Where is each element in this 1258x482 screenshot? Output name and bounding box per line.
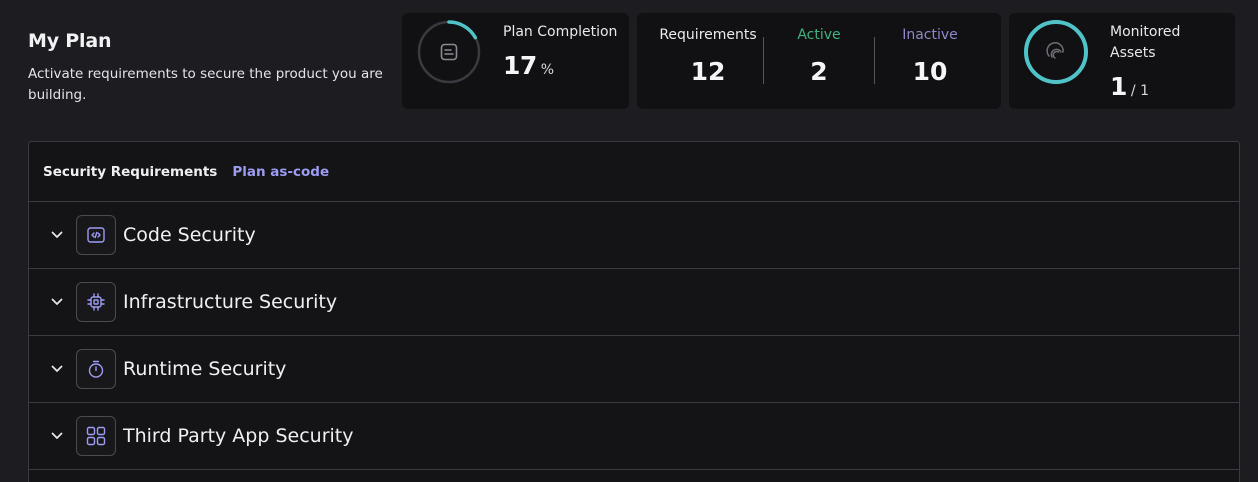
requirement-row-label: Third Party App Security: [123, 425, 354, 447]
plan-as-code-link[interactable]: Plan as-code: [232, 164, 329, 180]
requirement-row-third-party-app-security[interactable]: Third Party App Security: [29, 403, 1239, 470]
monitored-assets-total: / 1: [1130, 83, 1149, 99]
requirement-row-label: Code Security: [123, 224, 256, 246]
panel-title: Security Requirements: [43, 163, 218, 180]
code-icon: [76, 215, 116, 255]
requirements-active: Active 2: [764, 13, 874, 86]
chevron-down-icon[interactable]: [50, 429, 64, 443]
requirement-row-label: Infrastructure Security: [123, 291, 338, 313]
requirement-row-runtime-security[interactable]: Runtime Security: [29, 336, 1239, 403]
monitored-assets-number: 1: [1110, 72, 1127, 101]
chip-icon: [76, 282, 116, 322]
security-requirements-panel: Security Requirements Plan as-code Code …: [28, 141, 1240, 482]
chevron-down-icon[interactable]: [50, 228, 64, 242]
monitored-assets-ring: [1024, 20, 1088, 84]
monitored-assets-value: 1/ 1: [1110, 72, 1149, 101]
requirement-row-infrastructure-security[interactable]: Infrastructure Security: [29, 269, 1239, 336]
plan-completion-ring: [417, 20, 481, 84]
monitored-assets-card: Monitored Assets 1/ 1: [1009, 13, 1235, 109]
stopwatch-icon: [76, 349, 116, 389]
monitored-assets-label: Monitored Assets: [1110, 22, 1180, 64]
grid-apps-icon: [76, 416, 116, 456]
page-header: My Plan Activate requirements to secure …: [28, 30, 388, 106]
requirements-inactive-label: Inactive: [902, 27, 958, 43]
monitored-assets-label-line1: Monitored: [1110, 24, 1181, 40]
plan-completion-number: 17: [503, 51, 537, 80]
requirements-inactive-value: 10: [912, 57, 948, 86]
document-icon: [417, 20, 481, 84]
requirements-total: Requirements 12: [653, 13, 763, 86]
chevron-down-icon[interactable]: [50, 295, 64, 309]
panel-header: Security Requirements Plan as-code: [29, 142, 1239, 202]
page-title: My Plan: [28, 30, 112, 52]
requirements-active-value: 2: [810, 57, 828, 86]
requirement-row-label: Runtime Security: [123, 358, 287, 380]
plan-completion-card: Plan Completion 17%: [402, 13, 629, 109]
fingerprint-icon: [1024, 20, 1088, 84]
requirements-total-value: 12: [690, 57, 726, 86]
requirements-card: Requirements 12 Active 2 Inactive 10: [637, 13, 1001, 109]
requirements-active-label: Active: [797, 27, 841, 43]
chevron-down-icon[interactable]: [50, 362, 64, 376]
requirements-inactive: Inactive 10: [875, 13, 985, 86]
monitored-assets-label-line2: Assets: [1110, 45, 1156, 61]
plan-completion-value: 17%: [503, 51, 554, 80]
requirements-total-label: Requirements: [659, 27, 757, 43]
plan-completion-label: Plan Completion: [503, 24, 618, 40]
page-subtitle: Activate requirements to secure the prod…: [28, 66, 383, 103]
requirement-row-code-security[interactable]: Code Security: [29, 202, 1239, 269]
plan-completion-unit: %: [540, 62, 555, 78]
